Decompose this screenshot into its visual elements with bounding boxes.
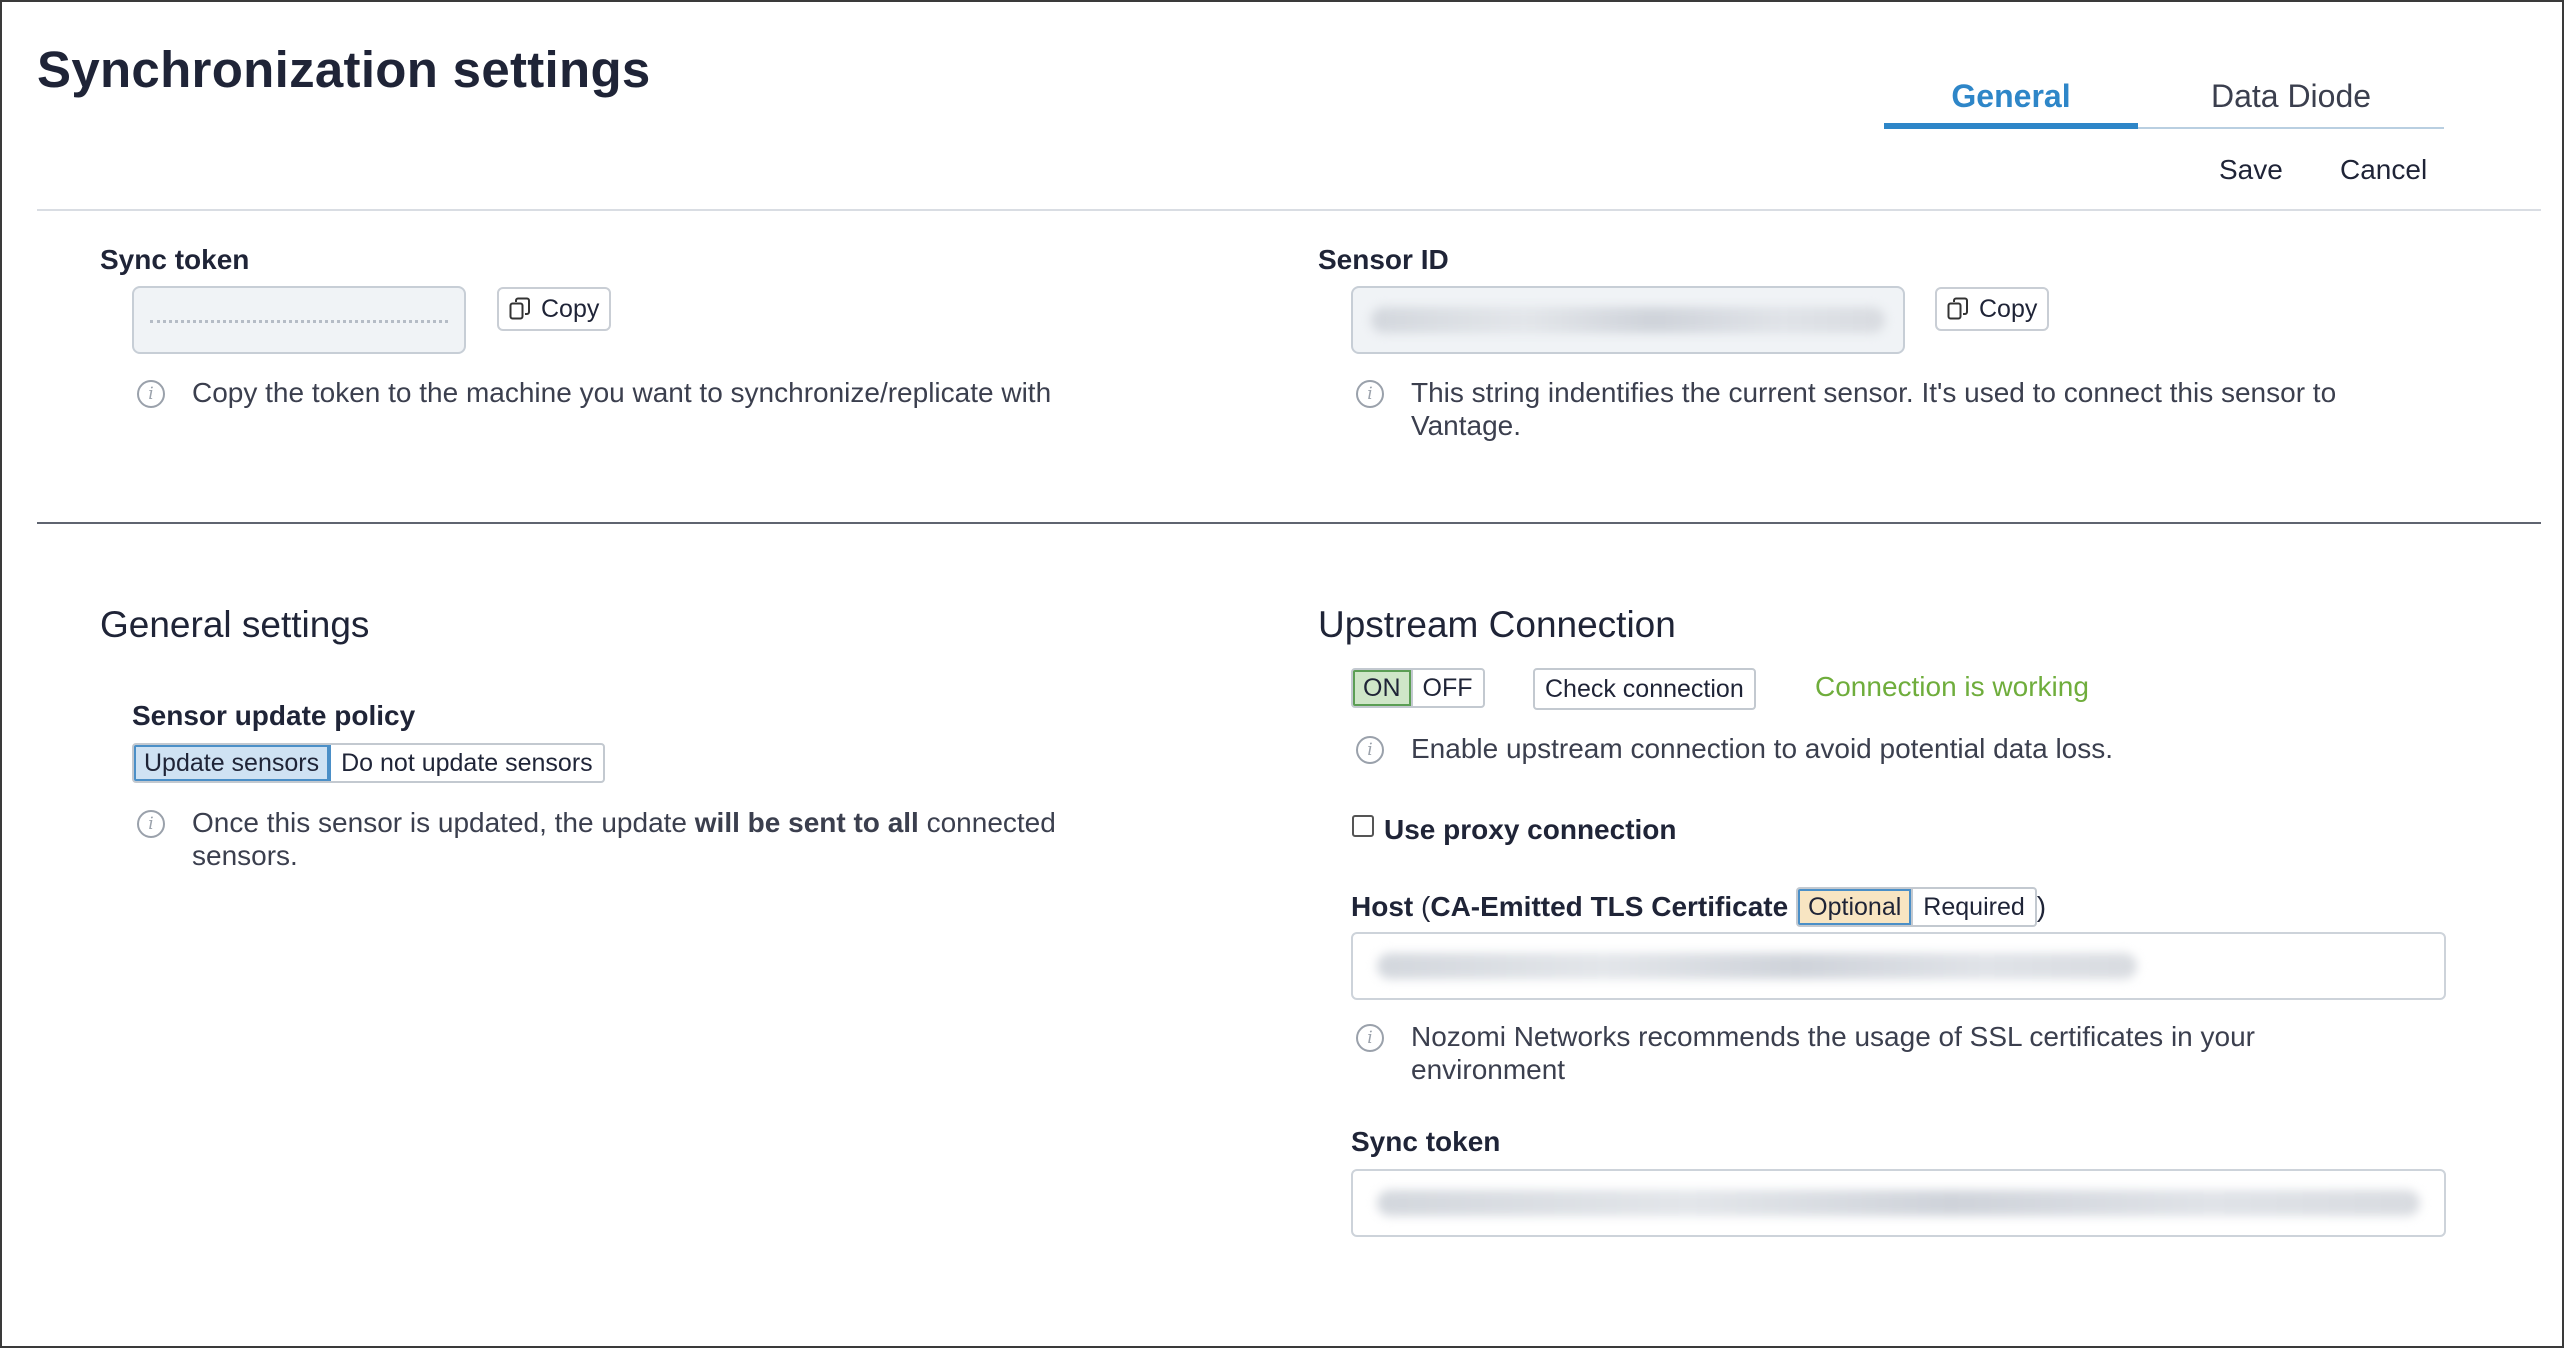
upstream-help: Enable upstream connection to avoid pote… — [1411, 733, 2114, 764]
host-paren-open: ( — [1413, 891, 1431, 922]
use-proxy-label: Use proxy connection — [1384, 814, 1677, 845]
info-icon: i — [137, 810, 165, 838]
cert-label: CA-Emitted TLS Certificate — [1430, 891, 1789, 922]
redacted-host — [1377, 953, 2137, 979]
general-settings-title: General settings — [100, 604, 370, 645]
info-icon: i — [1356, 380, 1384, 408]
connection-status: Connection is working — [1815, 671, 2089, 702]
cert-selector: Optional Required — [1796, 887, 2037, 927]
host-input[interactable] — [1351, 932, 2446, 1000]
host-label-row: Host ( CA-Emitted TLS Certificate Option… — [1351, 887, 2046, 927]
section-divider — [37, 522, 2541, 524]
upstream-sync-token-label: Sync token — [1351, 1126, 1501, 1157]
sensor-id-help: This string indentifies the current sens… — [1411, 376, 2336, 442]
copy-label: Copy — [1979, 294, 2038, 323]
copy-sensor-id-button[interactable]: Copy — [1935, 287, 2050, 331]
copy-icon — [509, 297, 531, 321]
info-icon: i — [1356, 1024, 1384, 1052]
host-label: Host — [1351, 891, 1414, 922]
upstream-sync-token-input[interactable] — [1351, 1169, 2446, 1237]
page-title: Synchronization settings — [37, 41, 651, 98]
update-policy-help-line2: sensors. — [192, 840, 298, 871]
use-proxy-checkbox[interactable] — [1352, 815, 1374, 837]
sensor-id-label: Sensor ID — [1318, 244, 1449, 275]
save-button[interactable]: Save — [2219, 154, 2283, 186]
copy-icon — [1947, 297, 1969, 321]
sensor-id-help-line1: This string indentifies the current sens… — [1411, 377, 2337, 408]
upstream-connection-title: Upstream Connection — [1318, 604, 1676, 645]
toggle-off[interactable]: OFF — [1410, 670, 1483, 706]
sensor-update-policy-label: Sensor update policy — [132, 700, 416, 731]
option-do-not-update-sensors[interactable]: Do not update sensors — [331, 745, 603, 781]
toggle-on[interactable]: ON — [1353, 670, 1411, 706]
info-icon: i — [137, 380, 165, 408]
host-help-line2: environment — [1411, 1054, 1566, 1085]
sync-token-label: Sync token — [100, 244, 250, 275]
option-update-sensors[interactable]: Update sensors — [134, 745, 332, 781]
cancel-button[interactable]: Cancel — [2340, 154, 2427, 186]
window-frame — [0, 0, 2564, 1348]
sensor-id-field[interactable] — [1351, 286, 1905, 354]
redacted-sync-token — [1377, 1190, 2420, 1216]
check-connection-button[interactable]: Check connection — [1533, 668, 1756, 710]
info-icon: i — [1356, 736, 1384, 764]
cert-option-required[interactable]: Required — [1911, 889, 2034, 925]
active-tab-indicator — [1884, 123, 2138, 129]
update-policy-help-part1: Once this sensor is updated, the update — [192, 807, 695, 838]
host-help: Nozomi Networks recommends the usage of … — [1411, 1020, 2255, 1086]
redacted-sensor-id — [1371, 307, 1885, 333]
update-policy-help-bold: will be sent to all — [694, 807, 919, 838]
sensor-id-help-line2: Vantage. — [1411, 410, 1522, 441]
sync-token-field[interactable] — [132, 286, 466, 354]
sensor-update-policy-selector: Update sensors Do not update sensors — [132, 743, 605, 783]
cert-option-optional[interactable]: Optional — [1798, 889, 1912, 925]
update-policy-help-part2: connected — [918, 807, 1056, 838]
copy-label: Copy — [541, 294, 600, 323]
upstream-toggle: ON OFF — [1351, 668, 1485, 708]
host-paren-close: ) — [2036, 891, 2047, 922]
masked-token-dots — [150, 320, 448, 323]
tab-general[interactable]: General — [1884, 74, 2138, 126]
host-help-line1: Nozomi Networks recommends the usage of … — [1411, 1021, 2255, 1052]
sync-token-help: Copy the token to the machine you want t… — [192, 377, 1052, 408]
tab-data-diode[interactable]: Data Diode — [2138, 74, 2444, 126]
header-divider — [37, 209, 2541, 211]
update-policy-help: Once this sensor is updated, the update … — [192, 806, 1056, 872]
copy-sync-token-button[interactable]: Copy — [497, 287, 612, 331]
